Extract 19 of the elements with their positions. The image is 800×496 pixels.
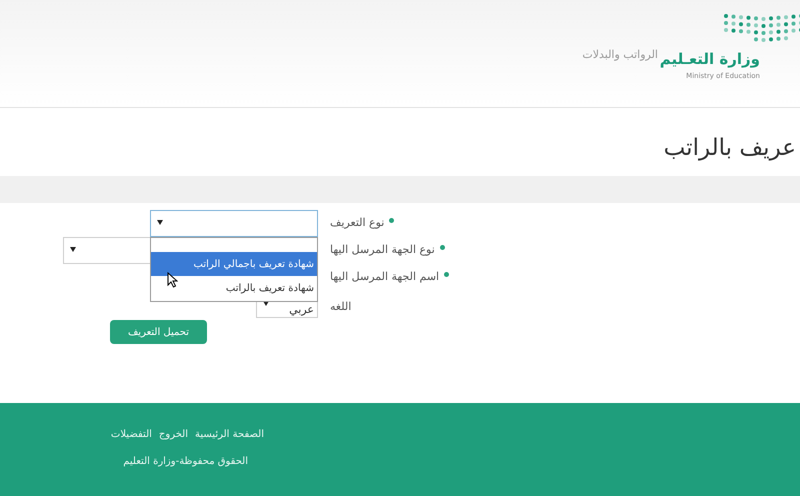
footer-link[interactable]: التفضيلات [110, 427, 152, 442]
caret-icon [70, 247, 76, 252]
field-label: نوع الجهة المرسل اليها [330, 242, 435, 258]
logo-icon [722, 12, 800, 42]
caret-icon [157, 220, 163, 225]
field-label: نوع التعريف [330, 215, 384, 232]
dropdown-option[interactable]: شهادة تعريف باجمالي الراتب [151, 252, 317, 276]
select-value: عربي [289, 304, 314, 315]
select-field[interactable] [150, 210, 318, 237]
footer-link[interactable]: الصفحة الرئيسية [195, 427, 264, 442]
mouse-cursor-icon [167, 272, 178, 288]
download-button[interactable]: تحميل التعريف [110, 320, 207, 344]
footer-link[interactable]: الخروج [158, 427, 188, 442]
field-label: اسم الجهة المرسل اليها [330, 269, 440, 286]
logo-title: وزارة التعـليم [660, 49, 760, 70]
nav-link[interactable]: الرواتب والبدلات [582, 47, 658, 64]
copyright-text: الحقوق محفوظة-وزارة التعليم [123, 455, 248, 469]
field-label: اللغه [330, 298, 352, 315]
page-title: عريف بالراتب [664, 134, 796, 163]
